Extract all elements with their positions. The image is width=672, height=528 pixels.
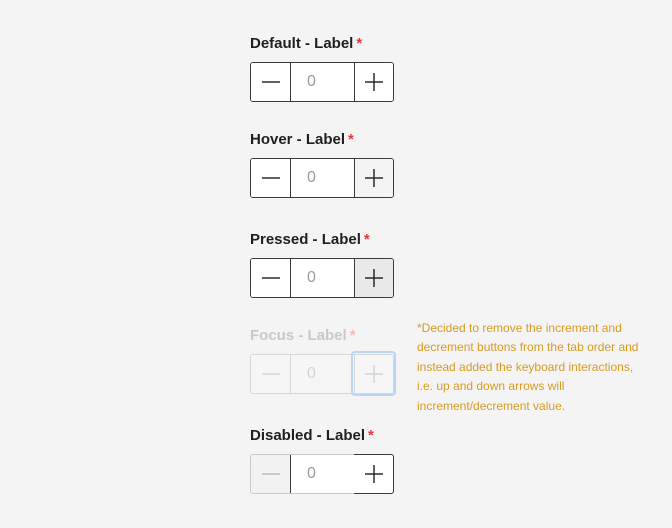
- field-label: Disabled - Label *: [250, 427, 374, 444]
- plus-icon: [365, 269, 383, 287]
- required-indicator: *: [349, 327, 356, 344]
- minus-icon: [261, 81, 280, 83]
- required-indicator: *: [348, 131, 354, 148]
- design-note: *Decided to remove the increment and dec…: [417, 321, 639, 413]
- quantity-stepper: 0: [250, 454, 394, 494]
- minus-icon: [261, 473, 280, 475]
- quantity-input[interactable]: 0: [291, 259, 354, 297]
- decrement-button[interactable]: [251, 355, 291, 393]
- focus-ring: [351, 351, 396, 396]
- field-label: Hover - Label *: [250, 131, 354, 148]
- plus-icon: [365, 169, 383, 187]
- field-label: Focus - Label *: [250, 327, 356, 344]
- increment-button[interactable]: [354, 63, 393, 101]
- increment-button[interactable]: [354, 454, 394, 494]
- stepper-default: Default - Label * 0: [250, 34, 400, 102]
- quantity-stepper: 0: [250, 62, 394, 102]
- minus-icon: [261, 277, 280, 279]
- decrement-button[interactable]: [251, 159, 291, 197]
- minus-icon: [261, 373, 280, 375]
- increment-button[interactable]: [354, 159, 393, 197]
- minus-icon: [261, 177, 280, 179]
- quantity-input[interactable]: 0: [291, 63, 354, 101]
- increment-button[interactable]: [354, 259, 393, 297]
- quantity-stepper: 0: [250, 158, 394, 198]
- stepper-states-page: Default - Label * 0 Hover - Label * 0 Pres…: [0, 0, 672, 528]
- required-indicator: *: [363, 231, 370, 248]
- decrement-button[interactable]: [251, 455, 291, 493]
- stepper-focus: Focus - Label * 0: [250, 326, 400, 396]
- required-indicator: *: [356, 35, 363, 52]
- stepper-hover: Hover - Label * 0: [250, 130, 400, 198]
- plus-icon: [364, 465, 383, 483]
- field-label: Pressed - Label *: [250, 231, 370, 248]
- field-label: Default - Label *: [250, 35, 363, 52]
- plus-icon: [365, 73, 383, 91]
- decrement-button[interactable]: [251, 259, 291, 297]
- quantity-input[interactable]: 0: [291, 355, 354, 393]
- quantity-input[interactable]: 0: [291, 455, 354, 493]
- decrement-button[interactable]: [251, 63, 291, 101]
- stepper-disabled: Disabled - Label * 0: [250, 426, 400, 494]
- required-indicator: *: [368, 427, 374, 444]
- quantity-input[interactable]: 0: [291, 159, 354, 197]
- quantity-stepper: 0: [250, 258, 394, 298]
- stepper-pressed: Pressed - Label * 0: [250, 230, 400, 298]
